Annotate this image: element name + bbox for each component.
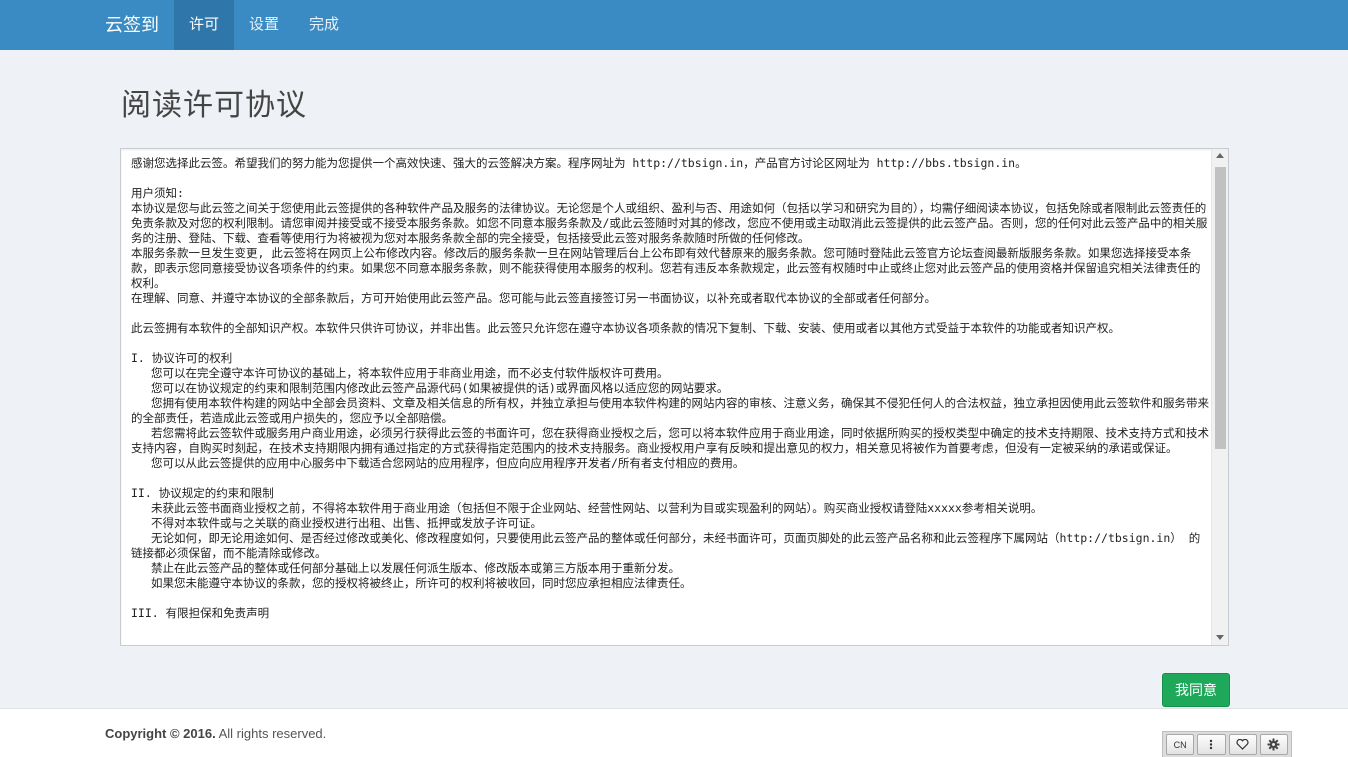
- license-line: II. 协议规定的约束和限制: [131, 486, 274, 500]
- floating-toolbar: CN: [1162, 731, 1292, 757]
- more-vertical-icon: [1210, 739, 1213, 750]
- more-button[interactable]: [1197, 734, 1226, 755]
- scroll-thumb[interactable]: [1215, 167, 1226, 449]
- top-navbar: 云签到 许可 设置 完成: [0, 0, 1348, 50]
- license-line: 您可以在协议规定的约束和限制范围内修改此云签产品源代码(如果被提供的话)或界面风…: [151, 381, 729, 395]
- nav-item-settings[interactable]: 设置: [234, 0, 294, 50]
- language-icon: CN: [1173, 739, 1187, 750]
- copyright-rest: All rights reserved.: [215, 726, 327, 741]
- copyright-text: Copyright © 2016. All rights reserved.: [105, 726, 326, 741]
- license-text: 感谢您选择此云签。希望我们的努力能为您提供一个高效快速、强大的云签解决方案。程序…: [131, 156, 1209, 621]
- license-line: I. 协议许可的权利: [131, 351, 233, 365]
- nav-item-finish[interactable]: 完成: [294, 0, 354, 50]
- heart-icon: [1236, 739, 1249, 750]
- language-button[interactable]: CN: [1166, 734, 1195, 755]
- license-line: 用户须知:: [131, 186, 184, 200]
- license-line: 若您需将此云签软件或服务用户商业用途，必须另行获得此云签的书面许可，您在获得商业…: [131, 426, 1209, 455]
- scroll-up-arrow-icon[interactable]: [1216, 153, 1224, 158]
- license-line: 本服务条款一旦发生变更, 此云签将在网页上公布修改内容。修改后的服务条款一旦在网…: [131, 246, 1201, 290]
- license-line: 未获此云签书面商业授权之前，不得将本软件用于商业用途（包括但不限于企业网站、经营…: [151, 501, 1043, 515]
- settings-button[interactable]: [1259, 734, 1288, 755]
- agree-button[interactable]: 我同意: [1162, 673, 1230, 707]
- brand-logo[interactable]: 云签到: [105, 0, 159, 50]
- license-line: 您可以从此云签提供的应用中心服务中下载适合您网站的应用程序，但应向应用程序开发者…: [151, 456, 745, 470]
- license-line: III. 有限担保和免责声明: [131, 606, 270, 620]
- footer: Copyright © 2016. All rights reserved. C…: [0, 708, 1348, 757]
- license-line: 无论如何，即无论用途如何、是否经过修改或美化、修改程度如何，只要使用此云签产品的…: [131, 531, 1201, 560]
- license-line: 不得对本软件或与之关联的商业授权进行出租、出售、抵押或发放子许可证。: [151, 516, 542, 530]
- license-line: 您可以在完全遵守本许可协议的基础上，将本软件应用于非商业用途，而不必支付软件版权…: [151, 366, 669, 380]
- license-line: 此云签拥有本软件的全部知识产权。本软件只供许可协议，并非出售。此云签只允许您在遵…: [131, 321, 1120, 335]
- vertical-scrollbar[interactable]: [1211, 149, 1228, 645]
- scroll-down-arrow-icon[interactable]: [1216, 635, 1224, 640]
- license-line: 感谢您选择此云签。希望我们的努力能为您提供一个高效快速、强大的云签解决方案。程序…: [131, 156, 1027, 170]
- license-line: 本协议是您与此云签之间关于您使用此云签提供的各种软件产品及服务的法律协议。无论您…: [131, 201, 1208, 245]
- license-line: 如果您未能遵守本协议的条款，您的授权将被终止，所许可的权利将被收回，同时您应承担…: [151, 576, 692, 590]
- favorite-button[interactable]: [1228, 734, 1257, 755]
- license-line: 在理解、同意、并遵守本协议的全部条款后，方可开始使用此云签产品。您可能与此云签直…: [131, 291, 936, 305]
- nav-item-license[interactable]: 许可: [174, 0, 235, 50]
- license-line: 您拥有使用本软件构建的网站中全部会员资料、文章及相关信息的所有权，并独立承担与使…: [131, 396, 1209, 425]
- license-textarea[interactable]: 感谢您选择此云签。希望我们的努力能为您提供一个高效快速、强大的云签解决方案。程序…: [120, 148, 1229, 646]
- nav-steps: 许可 设置 完成: [174, 0, 354, 50]
- page-title: 阅读许可协议: [121, 88, 307, 123]
- copyright-bold: Copyright © 2016.: [105, 726, 216, 741]
- gear-icon: [1267, 738, 1280, 751]
- license-line: 禁止在此云签产品的整体或任何部分基础上以发展任何派生版本、修改版本或第三方版本用…: [151, 561, 680, 575]
